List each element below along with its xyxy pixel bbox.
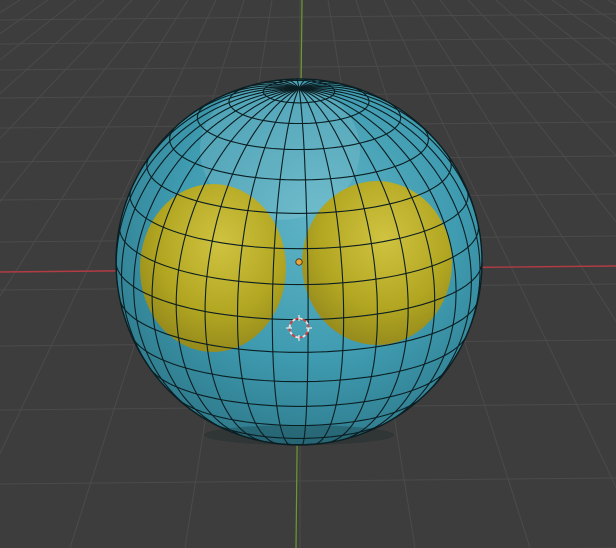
sphere-bottom-shadow [204, 425, 394, 445]
left-yellow-spot[interactable] [140, 184, 286, 352]
viewport-scene[interactable] [0, 0, 616, 548]
3d-viewport[interactable] [0, 0, 616, 548]
object-origin-icon[interactable] [295, 258, 303, 266]
